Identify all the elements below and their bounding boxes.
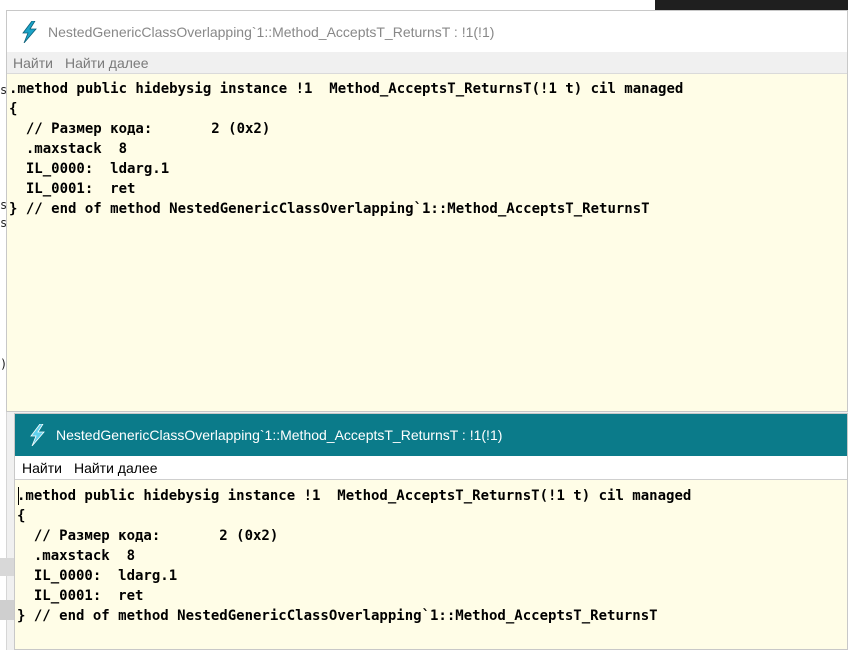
window-titlebar[interactable]: NestedGenericClassOverlapping`1::Method_…	[7, 11, 847, 52]
code-line: } // end of method NestedGenericClassOve…	[9, 201, 650, 217]
background-dark-region	[655, 0, 848, 10]
ildasm-window-active[interactable]: NestedGenericClassOverlapping`1::Method_…	[14, 413, 848, 650]
code-line: } // end of method NestedGenericClassOve…	[17, 608, 658, 624]
menu-find[interactable]: Найти	[15, 460, 68, 476]
code-line: // Размер кода: 2 (0x2)	[17, 528, 279, 544]
background-fragment	[0, 558, 14, 576]
code-view[interactable]: .method public hidebysig instance !1 Met…	[15, 480, 847, 626]
window-title: NestedGenericClassOverlapping`1::Method_…	[56, 427, 503, 443]
lightning-bolt-icon	[30, 424, 45, 446]
code-line: // Размер кода: 2 (0x2)	[9, 121, 271, 137]
window-titlebar[interactable]: NestedGenericClassOverlapping`1::Method_…	[15, 414, 847, 456]
code-line: IL_0001: ret	[9, 181, 136, 197]
code-line: .maxstack 8	[17, 548, 136, 564]
code-line: IL_0000: ldarg.1	[17, 568, 178, 584]
ildasm-window-inactive[interactable]: NestedGenericClassOverlapping`1::Method_…	[6, 10, 848, 412]
menu-find[interactable]: Найти	[7, 55, 59, 71]
code-view[interactable]: .method public hidebysig instance !1 Met…	[7, 74, 847, 219]
code-line: .method public hidebysig instance !1 Met…	[17, 488, 692, 504]
code-line: {	[17, 508, 26, 524]
menu-bar: Найти Найти далее	[7, 52, 847, 74]
text-caret	[18, 487, 19, 505]
code-line: .method public hidebysig instance !1 Met…	[9, 81, 684, 97]
menu-find-next[interactable]: Найти далее	[68, 460, 164, 476]
code-line: IL_0001: ret	[17, 588, 144, 604]
code-line: IL_0000: ldarg.1	[9, 161, 170, 177]
lightning-bolt-icon	[22, 20, 37, 43]
background-fragment	[0, 600, 14, 620]
menu-find-next[interactable]: Найти далее	[59, 55, 155, 71]
menu-bar: Найти Найти далее	[15, 456, 847, 480]
code-line: .maxstack 8	[9, 141, 128, 157]
window-title: NestedGenericClassOverlapping`1::Method_…	[48, 23, 495, 40]
code-line: {	[9, 101, 18, 117]
